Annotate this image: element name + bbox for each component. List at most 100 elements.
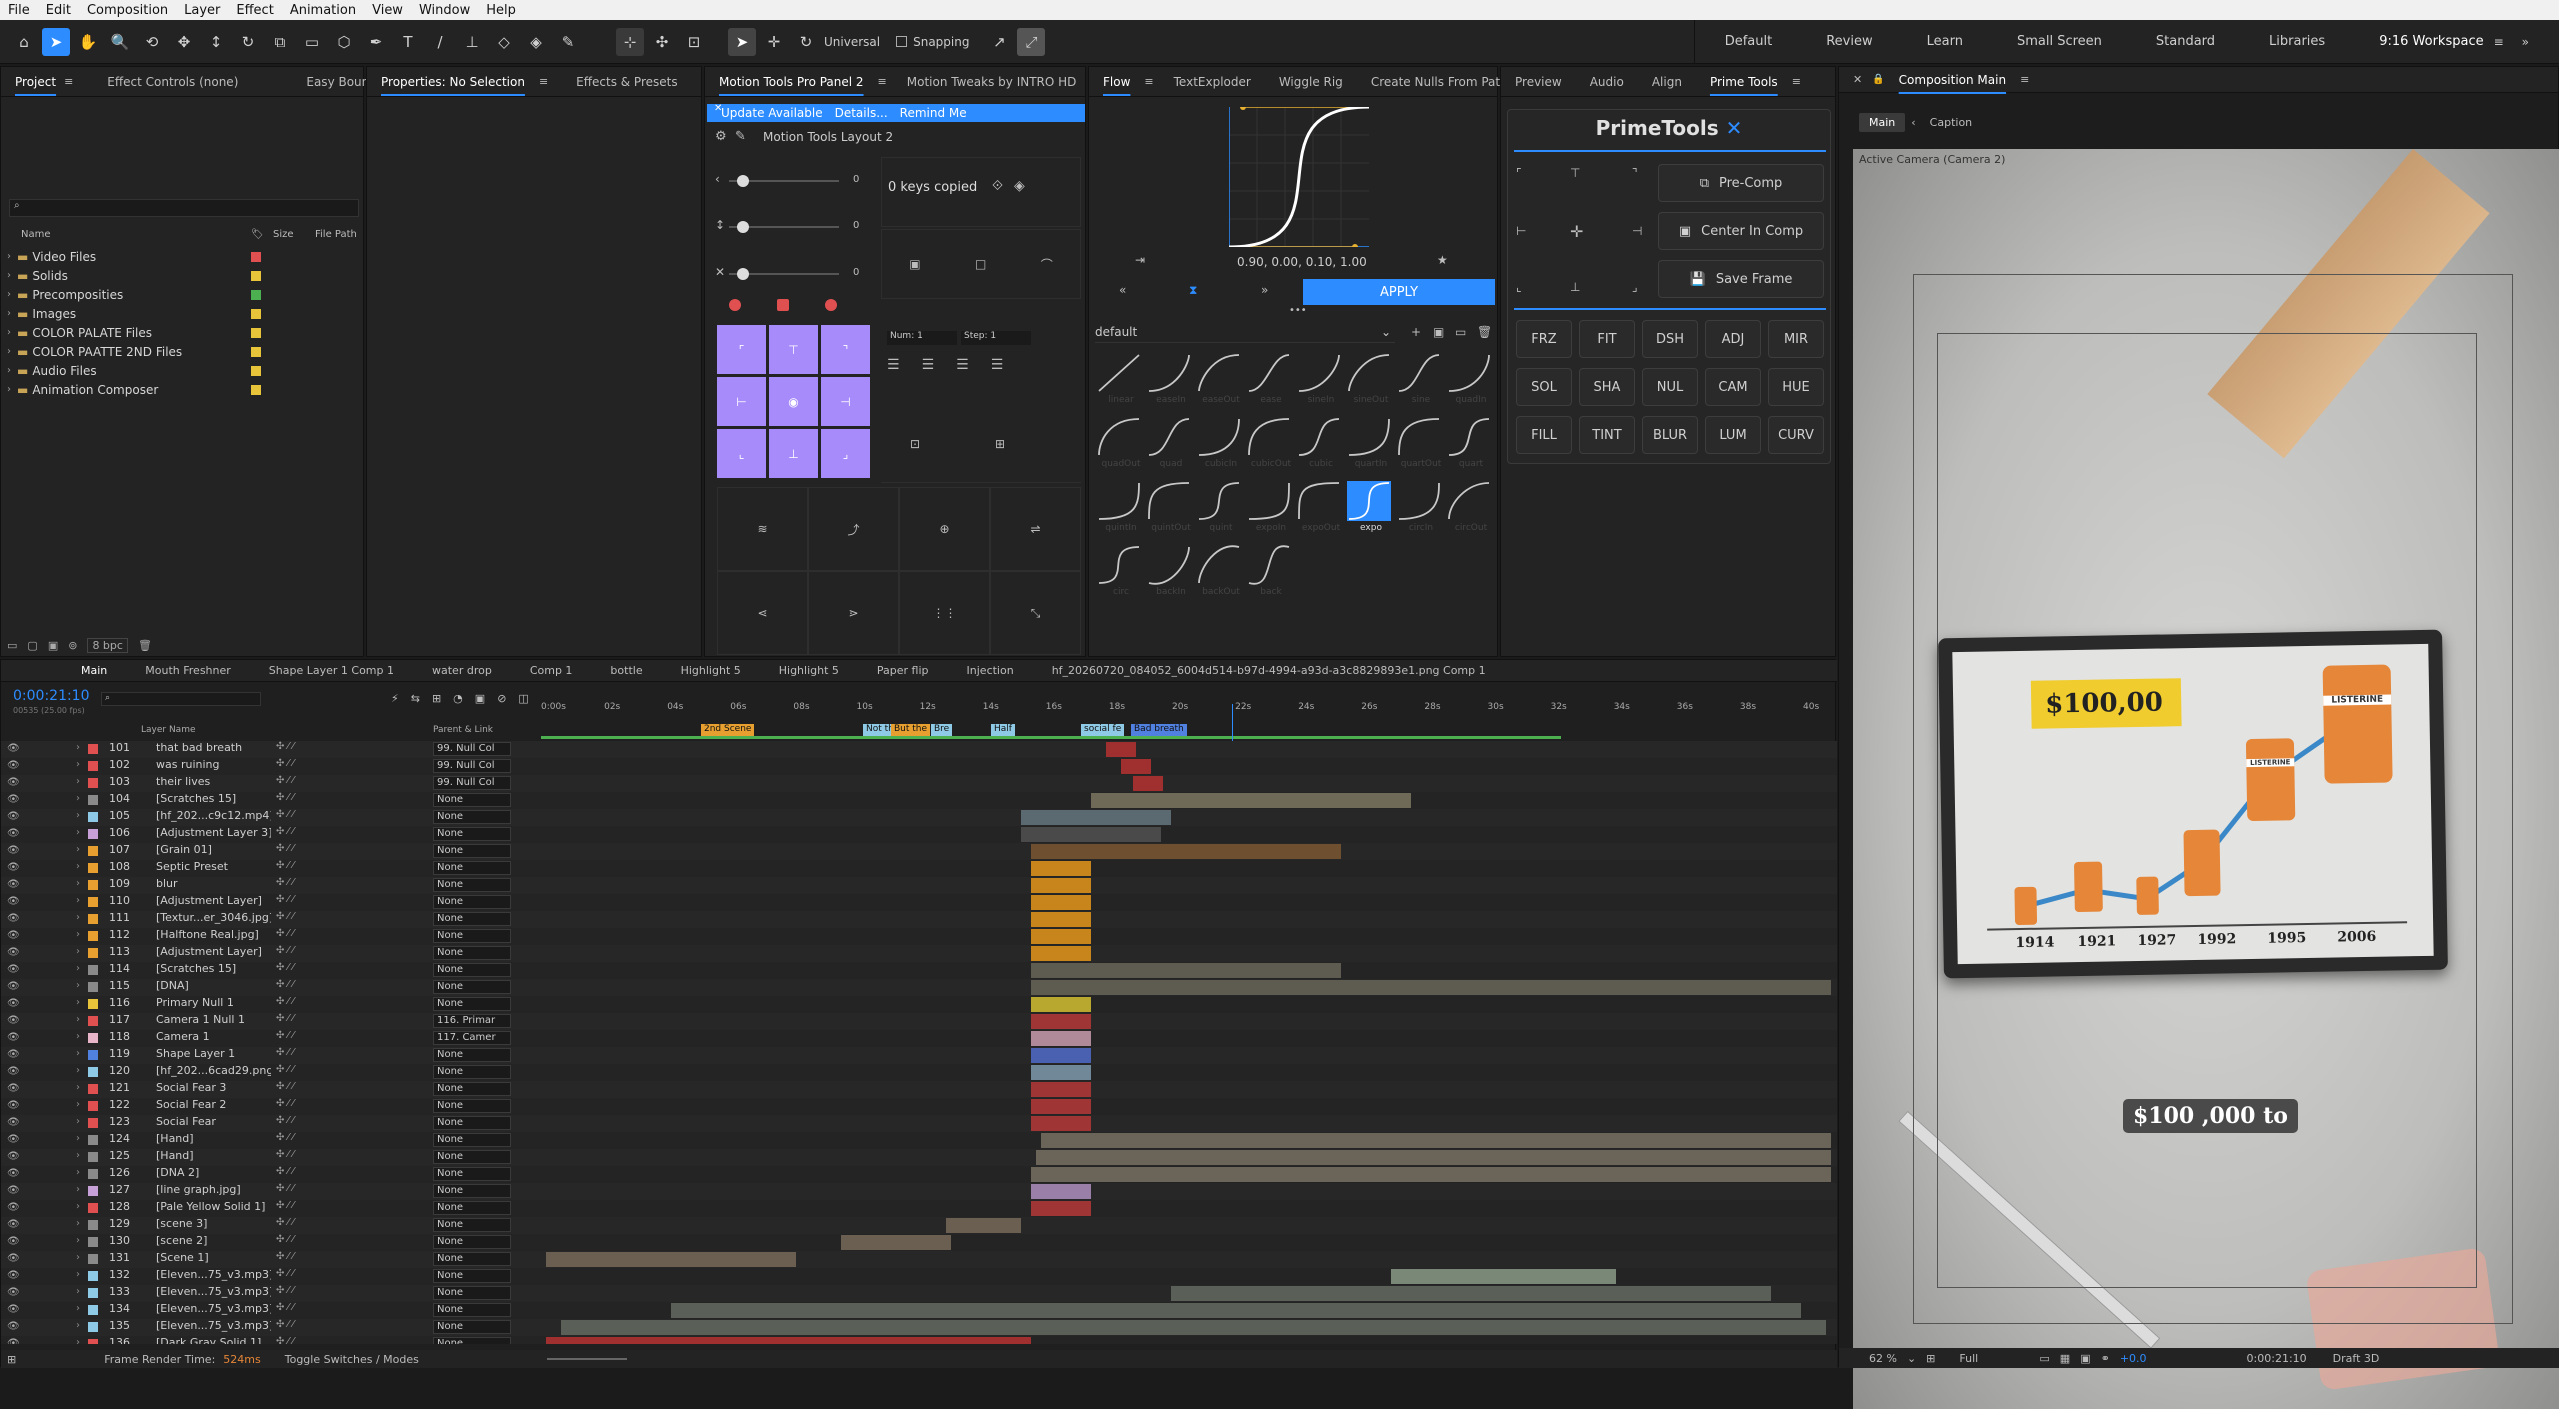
layer-name[interactable]: [Adjustment Layer 3] xyxy=(156,826,271,839)
tab-audio[interactable]: Audio xyxy=(1576,75,1638,89)
rectangle-tool-icon[interactable]: ▭ xyxy=(298,28,326,56)
rotate-tool-icon[interactable]: ↻ xyxy=(234,28,262,56)
chevron-right-icon[interactable]: › xyxy=(76,1082,80,1093)
chevron-right-icon[interactable]: › xyxy=(76,1133,80,1144)
workspace-standard[interactable]: Standard xyxy=(2156,34,2215,49)
layer-label-color[interactable] xyxy=(88,1169,98,1179)
timeline-tab[interactable]: Paper flip xyxy=(839,664,929,677)
panel-menu-icon[interactable]: ≡ xyxy=(539,75,548,88)
bounce-icon[interactable]: ⤴ xyxy=(808,487,899,571)
switches-icon[interactable]: ✣ ⁄ ⁄ xyxy=(276,792,294,803)
add-icon[interactable]: + xyxy=(1411,325,1421,339)
chevron-right-icon[interactable]: › xyxy=(76,1031,80,1042)
layer-label-color[interactable] xyxy=(88,948,98,958)
tab-align[interactable]: Align xyxy=(1638,75,1696,89)
layer-label-color[interactable] xyxy=(88,1288,98,1298)
brush-tool-icon[interactable]: / xyxy=(426,28,454,56)
layer-row[interactable]: 👁 › 112 [Halftone Real.jpg] ✣ ⁄ ⁄ None xyxy=(1,928,1837,945)
switches-icon[interactable]: ✣ ⁄ ⁄ xyxy=(276,1268,294,1279)
parent-dropdown[interactable]: None xyxy=(433,912,511,926)
switches-icon[interactable]: ✣ ⁄ ⁄ xyxy=(276,1098,294,1109)
ease-preset-quintOut[interactable]: quintOut xyxy=(1147,481,1191,533)
cube-tool-icon[interactable]: ⬡ xyxy=(330,28,358,56)
layer-row[interactable]: 👁 › 105 [hf_202...c9c12.mp4] ✣ ⁄ ⁄ None xyxy=(1,809,1837,826)
layer-name[interactable]: [Scratches 15] xyxy=(156,962,271,975)
eye-icon[interactable]: 👁 xyxy=(7,998,20,1009)
workspace-overflow-icon[interactable]: » xyxy=(2522,35,2529,49)
layer-label-color[interactable] xyxy=(88,1271,98,1281)
layer-row[interactable]: 👁 › 120 [hf_202...6cad29.png] ✣ ⁄ ⁄ None xyxy=(1,1064,1837,1081)
preset-dropdown[interactable]: default ⌄ xyxy=(1095,325,1395,343)
mask-icon[interactable]: ▣ xyxy=(2080,1352,2090,1365)
layer-duration-bar[interactable] xyxy=(1031,929,1091,944)
switches-icon[interactable]: ✣ ⁄ ⁄ xyxy=(276,894,294,905)
eye-icon[interactable]: 👁 xyxy=(7,862,20,873)
ease-preset-quad[interactable]: quad xyxy=(1147,417,1191,469)
eye-icon[interactable]: 👁 xyxy=(7,1151,20,1162)
eye-icon[interactable]: 👁 xyxy=(7,1287,20,1298)
layer-duration-bar[interactable] xyxy=(1106,742,1136,757)
layer-name[interactable]: [Hand] xyxy=(156,1132,271,1145)
switches-icon[interactable]: ✣ ⁄ ⁄ xyxy=(276,843,294,854)
distribute-2-icon[interactable]: ☰ xyxy=(922,357,935,377)
layer-name[interactable]: [scene 2] xyxy=(156,1234,271,1247)
graph-icon[interactable]: ▣ xyxy=(475,692,485,705)
layer-duration-bar[interactable] xyxy=(1031,1201,1091,1216)
network-icon[interactable]: ⊞ xyxy=(995,437,1005,451)
layer-row[interactable]: 👁 › 103 their lives ✣ ⁄ ⁄ 99. Null Col xyxy=(1,775,1837,792)
col-parent-link[interactable]: Parent & Link xyxy=(433,725,493,735)
prev-icon[interactable]: « xyxy=(1119,283,1126,297)
layer-duration-bar[interactable] xyxy=(1171,1286,1771,1301)
path-icon[interactable]: ⌒ xyxy=(1041,256,1053,273)
chevron-right-icon[interactable]: › xyxy=(76,827,80,838)
pre-comp-button[interactable]: ⧉ Pre-Comp xyxy=(1658,164,1824,202)
slider-2[interactable]: ↕ 0 xyxy=(715,218,865,233)
layer-duration-bar[interactable] xyxy=(561,1320,1826,1335)
parent-dropdown[interactable]: None xyxy=(433,1303,511,1317)
chevron-right-icon[interactable]: › xyxy=(76,844,80,855)
menu-composition[interactable]: Composition xyxy=(79,3,176,18)
layer-row[interactable]: 👁 › 111 [Textur...er_3046.jpg] ✣ ⁄ ⁄ None xyxy=(1,911,1837,928)
panel-menu-icon[interactable]: ≡ xyxy=(2020,73,2029,86)
graph-editor-icon[interactable]: ◫ xyxy=(518,692,528,705)
switches-icon[interactable]: ✣ ⁄ ⁄ xyxy=(276,877,294,888)
parent-dropdown[interactable]: None xyxy=(433,810,511,824)
eye-icon[interactable]: 👁 xyxy=(7,879,20,890)
distribute-3-icon[interactable]: ☰ xyxy=(956,357,969,377)
layer-label-color[interactable] xyxy=(88,812,98,822)
project-folder[interactable]: › ▬ Precomposities xyxy=(1,285,363,304)
layer-duration-bar[interactable] xyxy=(1133,776,1163,791)
ease-preset-backOut[interactable]: backOut xyxy=(1197,545,1241,597)
layer-label-color[interactable] xyxy=(88,1118,98,1128)
parent-dropdown[interactable]: 99. Null Col xyxy=(433,742,511,756)
col-size[interactable]: Size xyxy=(273,229,294,240)
render-icon[interactable]: ⊞ xyxy=(7,1353,16,1366)
chevron-right-icon[interactable]: › xyxy=(76,1303,80,1314)
layer-name[interactable]: [Scratches 15] xyxy=(156,792,271,805)
chevron-right-icon[interactable]: › xyxy=(76,1218,80,1229)
eye-icon[interactable]: 👁 xyxy=(7,1202,20,1213)
workspace-small-screen[interactable]: Small Screen xyxy=(2017,34,2102,49)
time-ruler[interactable]: 0:00s 02s 04s 06s 08s 10s 12s 14s 16s 18s 20s 22s 24… xyxy=(541,702,1823,739)
layer-label-color[interactable] xyxy=(88,1084,98,1094)
tab-motion-tools[interactable]: Motion Tools Pro Panel 2 xyxy=(705,75,878,89)
comp-marker[interactable]: Bre xyxy=(931,724,953,736)
chevron-right-icon[interactable]: › xyxy=(7,384,11,395)
parent-dropdown[interactable]: 99. Null Col xyxy=(433,776,511,790)
eye-icon[interactable]: 👁 xyxy=(7,1015,20,1026)
layer-row[interactable]: 👁 › 130 [scene 2] ✣ ⁄ ⁄ None xyxy=(1,1234,1837,1251)
layer-name[interactable]: [DNA] xyxy=(156,979,271,992)
target-icon[interactable]: ⊡ xyxy=(910,437,920,451)
pen-tool-icon[interactable]: ✒ xyxy=(362,28,390,56)
layer-duration-bar[interactable] xyxy=(1031,963,1341,978)
chevron-right-icon[interactable]: › xyxy=(7,289,11,300)
chevron-right-icon[interactable]: › xyxy=(76,929,80,940)
switches-icon[interactable]: ✣ ⁄ ⁄ xyxy=(276,1302,294,1313)
layer-label-color[interactable] xyxy=(88,1033,98,1043)
anchor-bottom-left[interactable]: ⌞ xyxy=(717,429,766,478)
eye-icon[interactable]: 👁 xyxy=(7,1270,20,1281)
layer-name[interactable]: Shape Layer 1 xyxy=(156,1047,271,1060)
snap-3d-icon[interactable]: ⊹ xyxy=(616,27,644,56)
chevron-right-icon[interactable]: › xyxy=(76,1099,80,1110)
ease-preset-sineOut[interactable]: sineOut xyxy=(1347,353,1391,405)
